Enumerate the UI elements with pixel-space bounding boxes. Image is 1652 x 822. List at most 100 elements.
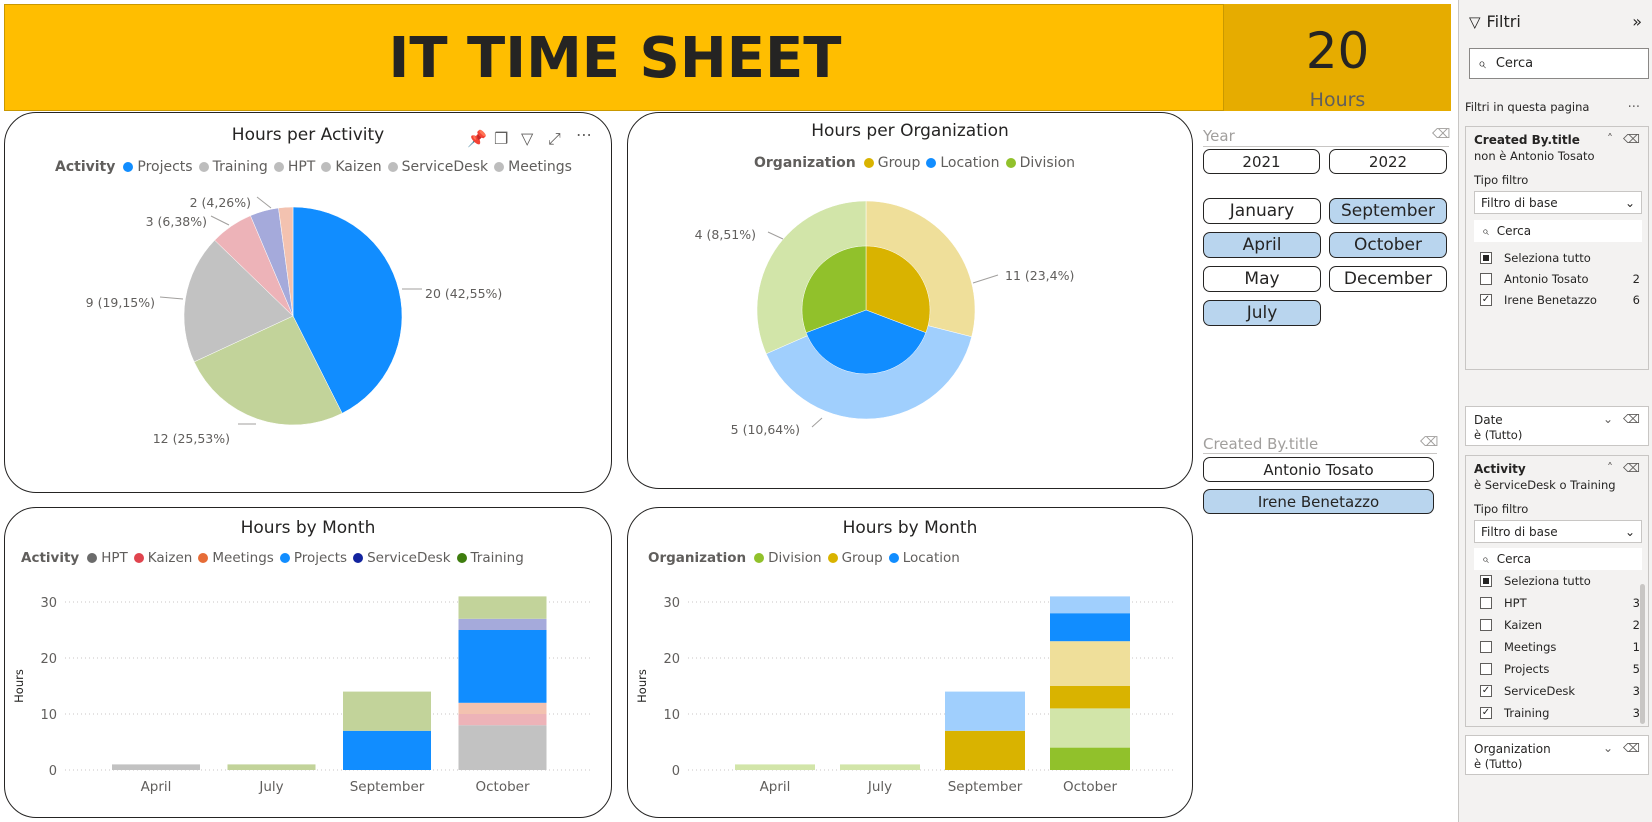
- created-by-filter-card[interactable]: Created By.title ˄ ⌫ non è Antonio Tosato…: [1465, 126, 1649, 370]
- checkbox-checked[interactable]: ✓: [1480, 685, 1492, 697]
- month-september-chip[interactable]: September: [1329, 198, 1447, 224]
- chevron-up-icon[interactable]: ˄: [1607, 132, 1613, 146]
- month-may-chip[interactable]: May: [1203, 266, 1321, 292]
- filter-item-row[interactable]: Projects 5: [1474, 659, 1642, 679]
- filter-card-description: è ServiceDesk o Training: [1474, 478, 1616, 492]
- scrollbar-thumb[interactable]: [1640, 584, 1645, 724]
- x-tick-label: September: [948, 779, 1023, 795]
- filter-search-input[interactable]: ⌕ Cerca: [1474, 220, 1642, 242]
- x-tick-label: October: [1063, 779, 1117, 795]
- eraser-icon[interactable]: ⌫: [1420, 435, 1438, 450]
- filter-item-count: 1: [1632, 640, 1640, 654]
- created-by-antonio-chip[interactable]: Antonio Tosato: [1203, 457, 1434, 482]
- data-label: 20 (42,55%): [425, 286, 502, 301]
- activity-month-card[interactable]: Hours by Month Activity HPT Kaizen Meetings…: [4, 507, 612, 818]
- month-october-chip[interactable]: October: [1329, 232, 1447, 258]
- filter-type-select[interactable]: Filtro di base ⌄: [1474, 191, 1642, 214]
- filter-item-row[interactable]: ✓ ServiceDesk 3: [1474, 681, 1642, 701]
- month-july-chip[interactable]: July: [1203, 300, 1321, 326]
- filter-type-value: Filtro di base: [1481, 524, 1558, 539]
- chevron-down-icon: ⌄: [1624, 524, 1635, 539]
- filter-card-description: è (Tutto): [1474, 428, 1523, 442]
- filter-item-row[interactable]: ✓ Irene Benetazzo 6: [1474, 290, 1642, 310]
- leader-line: [159, 296, 184, 300]
- chevron-down-icon[interactable]: ⌄: [1603, 412, 1613, 426]
- y-axis-title: Hours: [12, 669, 26, 703]
- filter-item-count: 6: [1632, 293, 1640, 307]
- organization-month-card[interactable]: Hours by Month Organization Division Group…: [627, 507, 1193, 818]
- data-label: 11 (23,4%): [1005, 268, 1074, 283]
- organization-pie-card[interactable]: Hours per Organization Organization Group…: [627, 112, 1193, 489]
- month-december-chip[interactable]: December: [1329, 266, 1447, 292]
- bar-segment: [1050, 708, 1130, 748]
- eraser-icon[interactable]: ⌫: [1623, 132, 1640, 146]
- filters-pane-header: ▽ Filtri: [1469, 12, 1521, 31]
- checkbox-checked[interactable]: ✓: [1480, 294, 1492, 306]
- filters-search-input[interactable]: ⌕ Cerca: [1469, 48, 1649, 79]
- bar-segment: [343, 691, 431, 731]
- filter-item-count: 5: [1632, 662, 1640, 676]
- search-placeholder: Cerca: [1496, 224, 1532, 238]
- filter-item-label: Irene Benetazzo: [1504, 293, 1597, 307]
- filter-item-label: Meetings: [1504, 640, 1557, 654]
- filter-item-row[interactable]: ✓ Training 3: [1474, 703, 1642, 723]
- checkbox[interactable]: [1480, 663, 1492, 675]
- bar-segment: [458, 702, 547, 714]
- organization-filter-card[interactable]: Organization ⌄ ⌫ è (Tutto): [1465, 735, 1649, 775]
- month-april-chip[interactable]: April: [1203, 232, 1321, 258]
- more-options-icon[interactable]: ...: [1628, 96, 1640, 111]
- search-icon: ⌕: [1482, 223, 1489, 238]
- activity-filter-card[interactable]: Activity ˄ ⌫ è ServiceDesk o Training Tip…: [1465, 455, 1649, 727]
- collapse-pane-icon[interactable]: »: [1632, 12, 1642, 31]
- bar-segment: [1050, 686, 1130, 709]
- filter-card-title: Organization: [1474, 742, 1551, 756]
- y-tick-label: 10: [40, 708, 57, 723]
- x-tick-label: September: [350, 779, 425, 795]
- filter-item-row[interactable]: Meetings 1: [1474, 637, 1642, 657]
- filter-type-select[interactable]: Filtro di base ⌄: [1474, 520, 1642, 543]
- eraser-icon[interactable]: ⌫: [1432, 127, 1450, 142]
- filter-item-label: ServiceDesk: [1504, 684, 1576, 698]
- filter-item-row[interactable]: HPT 3: [1474, 593, 1642, 613]
- filter-item-count: 2: [1632, 618, 1640, 632]
- x-tick-label: July: [867, 779, 892, 795]
- chevron-down-icon[interactable]: ⌄: [1603, 741, 1613, 755]
- year-2021-chip[interactable]: 2021: [1203, 149, 1320, 174]
- checkbox[interactable]: [1480, 273, 1492, 285]
- y-tick-label: 0: [49, 764, 57, 779]
- checkbox-checked[interactable]: ✓: [1480, 707, 1492, 719]
- chevron-up-icon[interactable]: ˄: [1607, 461, 1613, 475]
- filter-search-input[interactable]: ⌕ Cerca: [1474, 548, 1642, 570]
- x-tick-label: April: [141, 779, 172, 795]
- filter-item-row[interactable]: Kaizen 2: [1474, 615, 1642, 635]
- checkbox[interactable]: [1480, 619, 1492, 631]
- organization-donut: 11 (23,4%) 5 (10,64%) 4 (8,51%): [695, 200, 1074, 437]
- checkbox[interactable]: [1480, 597, 1492, 609]
- filter-item-row[interactable]: Antonio Tosato 2: [1474, 269, 1642, 289]
- hours-kpi-card[interactable]: 20 Hours: [1224, 4, 1451, 111]
- bar-segment: [945, 691, 1025, 731]
- eraser-icon[interactable]: ⌫: [1623, 412, 1640, 426]
- checkbox-partial[interactable]: [1480, 575, 1492, 587]
- bar-segment: [458, 596, 547, 619]
- month-january-chip[interactable]: January: [1203, 198, 1321, 224]
- search-placeholder: Cerca: [1496, 552, 1532, 566]
- eraser-icon[interactable]: ⌫: [1623, 461, 1640, 475]
- data-label: 3 (6,38%): [146, 214, 207, 229]
- activity-pie: 20 (42,55%) 12 (25,53%) 9 (19,15%) 3 (6,38%…: [86, 195, 503, 446]
- x-tick-label: April: [760, 779, 791, 795]
- date-filter-card[interactable]: Date ⌄ ⌫ è (Tutto): [1465, 406, 1649, 446]
- select-all-row[interactable]: Seleziona tutto: [1474, 571, 1642, 591]
- created-by-slicer-label: Created By.title: [1203, 435, 1319, 453]
- filter-card-description: non è Antonio Tosato: [1474, 149, 1595, 163]
- checkbox[interactable]: [1480, 641, 1492, 653]
- activity-pie-card[interactable]: Hours per Activity 📌 ❐ ▽ ⤢ ⋯ Activity Pro…: [4, 112, 612, 493]
- eraser-icon[interactable]: ⌫: [1623, 741, 1640, 755]
- data-label: 4 (8,51%): [695, 227, 756, 242]
- checkbox-partial[interactable]: [1480, 252, 1492, 264]
- filter-item-label: Antonio Tosato: [1504, 272, 1589, 286]
- created-by-irene-chip[interactable]: Irene Benetazzo: [1203, 489, 1434, 514]
- select-all-row[interactable]: Seleziona tutto: [1474, 248, 1642, 268]
- year-2022-chip[interactable]: 2022: [1329, 149, 1447, 174]
- bar-segment: [112, 764, 200, 770]
